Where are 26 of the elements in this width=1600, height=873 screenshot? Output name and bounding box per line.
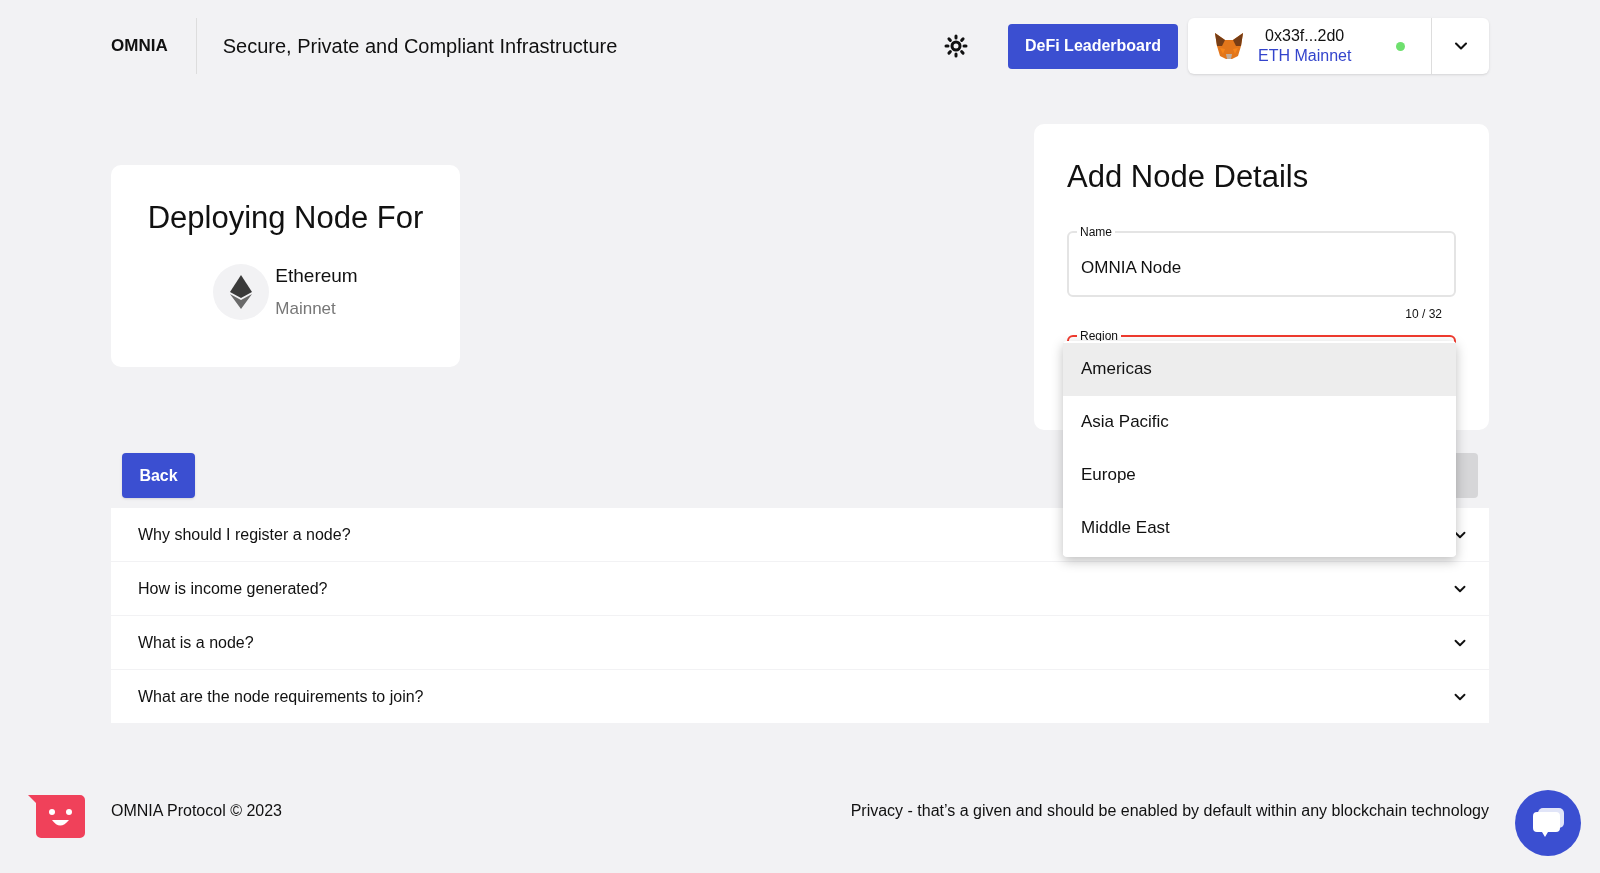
theme-toggle-icon[interactable] (944, 34, 968, 58)
wallet-panel[interactable]: 0x33f...2d0 ETH Mainnet (1188, 18, 1489, 74)
region-option[interactable]: Asia Pacific (1063, 395, 1456, 449)
back-button[interactable]: Back (122, 453, 195, 498)
faq-item[interactable]: What is a node? (111, 616, 1489, 669)
footer-note: Privacy - that’s a given and should be enabled by default within any blockchain technology (850, 801, 1489, 821)
chat-bot-icon[interactable] (28, 795, 86, 839)
card-title: Deploying Node For (147, 199, 424, 237)
leaderboard-button[interactable]: DeFi Leaderboard (1008, 23, 1178, 69)
logo[interactable]: OMNIA (111, 18, 197, 74)
form-title: Add Node Details (1067, 158, 1310, 196)
region-option[interactable]: Americas (1063, 342, 1456, 396)
character-counter: 10 / 32 (1405, 305, 1442, 323)
fox-logo-icon (1214, 32, 1244, 60)
tagline: Secure, Private and Compliant Infrastructure (222, 34, 618, 59)
region-option[interactable]: Middle East (1063, 501, 1456, 555)
network-name: ETH Mainnet (1258, 46, 1352, 66)
faq-item[interactable]: How is income generated? (111, 562, 1489, 615)
chain-network: Mainnet (275, 298, 337, 320)
copyright: OMNIA Protocol © 2023 (111, 801, 282, 821)
wallet-address: 0x33f...2d0 (1265, 26, 1345, 46)
region-option[interactable]: Europe (1063, 448, 1456, 502)
chain-name: Ethereum (275, 263, 358, 288)
field-value: OMNIA Node (1081, 256, 1182, 279)
chat-bubble-icon (1532, 808, 1564, 838)
faq-item[interactable]: What are the node requirements to join? (111, 670, 1489, 723)
